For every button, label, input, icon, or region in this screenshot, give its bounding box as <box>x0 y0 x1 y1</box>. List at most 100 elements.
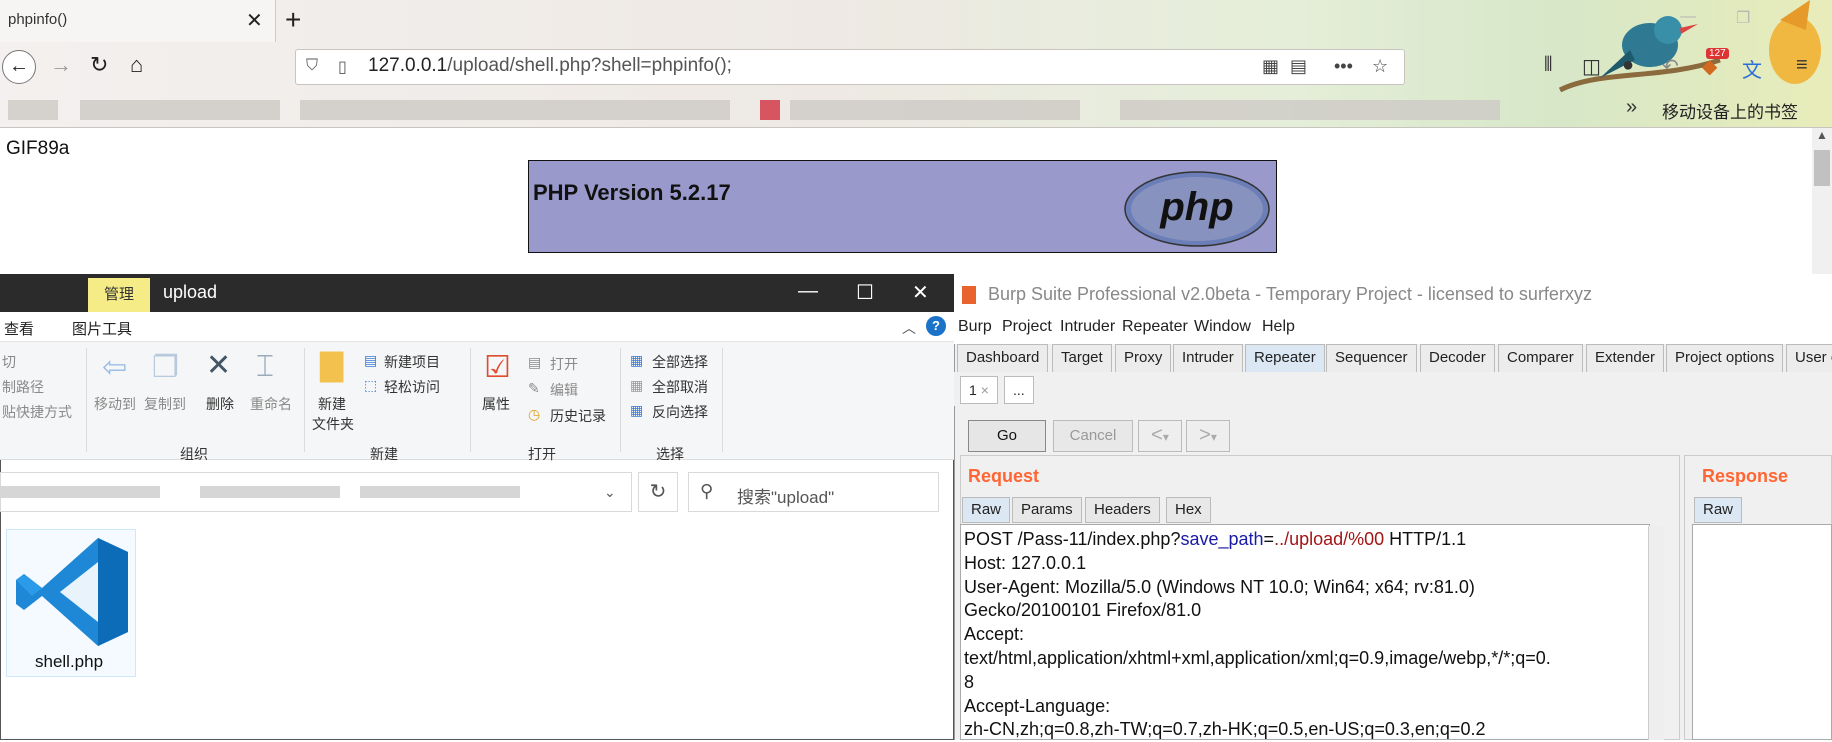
history-back-button[interactable]: <▾ <box>1138 420 1182 452</box>
ribbon-copy-to[interactable]: 复制到 <box>144 394 186 414</box>
tab-decoder[interactable]: Decoder <box>1420 344 1495 372</box>
page-info-icon[interactable]: ▯ <box>338 57 347 77</box>
ribbon-move-to[interactable]: 移动到 <box>94 394 136 414</box>
gif-header-text: GIF89a <box>6 138 70 159</box>
bookmark-item[interactable] <box>80 100 280 120</box>
more-actions-icon[interactable]: ••• <box>1334 56 1353 77</box>
help-icon[interactable]: ? <box>926 316 946 336</box>
bookmark-star-icon[interactable]: ☆ <box>1372 56 1388 77</box>
request-tab-headers[interactable]: Headers <box>1085 497 1160 523</box>
forward-button[interactable]: → <box>50 52 72 78</box>
bookmark-item[interactable] <box>760 100 780 120</box>
bookmark-item[interactable] <box>1120 100 1500 120</box>
minimize-icon[interactable]: — <box>798 280 818 303</box>
new-tab-button[interactable]: + <box>285 4 301 36</box>
history-forward-dropdown-icon: ▾ <box>1210 430 1217 444</box>
refresh-button[interactable]: ↻ <box>638 472 678 512</box>
move-to-icon: ⇦ <box>102 351 128 384</box>
menu-icon[interactable]: ≡ <box>1796 54 1808 77</box>
ribbon-delete[interactable]: 删除 <box>206 394 234 414</box>
reader-view-icon[interactable]: ▤ <box>1290 56 1307 77</box>
tab-extender[interactable]: Extender <box>1586 344 1665 372</box>
close-icon[interactable]: ✕ <box>912 280 929 305</box>
library-icon[interactable]: ⫴ <box>1544 54 1552 77</box>
undo-icon[interactable]: ↶ <box>1662 54 1679 79</box>
menu-window[interactable]: Window <box>1194 318 1251 336</box>
response-tab-raw[interactable]: Raw <box>1694 497 1743 523</box>
url-text[interactable]: 127.0.0.1/upload/shell.php?shell=phpinfo… <box>368 55 732 77</box>
reload-icon[interactable]: ↻ <box>90 52 108 78</box>
sidebar-icon[interactable]: ◫ <box>1582 54 1601 79</box>
ribbon-select-all[interactable]: 全部选择 <box>652 352 708 372</box>
account-icon[interactable]: ● <box>1622 54 1634 77</box>
mobile-bookmarks-link[interactable]: 移动设备上的书签 <box>1662 98 1798 123</box>
bookmark-item[interactable] <box>300 100 730 120</box>
repeater-tab-more[interactable]: ... <box>1004 376 1034 404</box>
tab-comparer[interactable]: Comparer <box>1498 344 1583 372</box>
request-raw-text[interactable]: POST /Pass-11/index.php?save_path=../upl… <box>964 528 1551 742</box>
request-scrollbar[interactable] <box>1648 526 1664 740</box>
collapse-ribbon-icon[interactable]: ︿ <box>902 318 916 338</box>
new-folder-icon: ▇ <box>320 349 344 382</box>
tab-title: phpinfo() <box>8 11 68 28</box>
response-editor[interactable] <box>1692 524 1832 740</box>
tracking-shield-icon[interactable]: ⛉ <box>306 57 318 75</box>
tab-intruder[interactable]: Intruder <box>1173 344 1243 372</box>
menu-burp[interactable]: Burp <box>958 318 992 336</box>
tab-sequencer[interactable]: Sequencer <box>1326 344 1417 372</box>
ribbon-edit[interactable]: 编辑 <box>550 380 578 400</box>
history-forward-button[interactable]: >▾ <box>1186 420 1230 452</box>
qr-code-icon[interactable]: ▦ <box>1262 56 1279 77</box>
ribbon-paste-shortcut[interactable]: 贴快捷方式 <box>2 402 72 422</box>
ribbon-cut[interactable]: 切 <box>2 352 16 372</box>
ribbon-new-folder-1[interactable]: 新建 <box>318 394 346 414</box>
ribbon-new-folder-2[interactable]: 文件夹 <box>312 414 354 434</box>
request-tab-hex[interactable]: Hex <box>1166 497 1211 523</box>
maximize-icon[interactable]: ☐ <box>856 280 874 305</box>
tab-project-options[interactable]: Project options <box>1666 344 1784 372</box>
request-tab-params[interactable]: Params <box>1012 497 1082 523</box>
page-scrollbar-thumb[interactable] <box>1814 150 1830 186</box>
tab-dashboard[interactable]: Dashboard <box>957 344 1049 372</box>
manage-tab[interactable]: 管理 <box>88 278 150 312</box>
tab-view[interactable]: 查看 <box>4 318 34 339</box>
ribbon-easy-access[interactable]: 轻松访问 <box>384 377 440 397</box>
scroll-up-icon[interactable]: ▲ <box>1816 128 1828 142</box>
bookmark-item[interactable] <box>790 100 1080 120</box>
menu-project[interactable]: Project <box>1002 318 1052 336</box>
go-button[interactable]: Go <box>968 420 1046 452</box>
address-dropdown-icon[interactable]: ⌄ <box>604 484 616 501</box>
ribbon-history[interactable]: 历史记录 <box>550 406 606 426</box>
ribbon-copy-path[interactable]: 制路径 <box>2 377 44 397</box>
ribbon-invert-selection[interactable]: 反向选择 <box>652 402 708 422</box>
ribbon-new-item[interactable]: 新建项目 <box>384 352 440 372</box>
tab-picture-tools[interactable]: 图片工具 <box>72 318 132 339</box>
ribbon-rename[interactable]: 重命名 <box>250 394 292 414</box>
translate-icon[interactable]: 文 <box>1742 54 1762 83</box>
menu-intruder[interactable]: Intruder <box>1060 318 1115 336</box>
ribbon-open[interactable]: 打开 <box>550 354 578 374</box>
address-path-segment[interactable] <box>200 486 340 498</box>
burp-logo-icon <box>962 286 976 304</box>
ribbon-select-none[interactable]: 全部取消 <box>652 377 708 397</box>
tab-repeater[interactable]: Repeater <box>1245 344 1325 372</box>
restore-icon[interactable]: ❐ <box>1736 8 1750 28</box>
address-path-segment[interactable] <box>360 486 520 498</box>
cancel-button[interactable]: Cancel <box>1053 420 1133 452</box>
response-label: Response <box>1702 466 1789 486</box>
menu-help[interactable]: Help <box>1262 318 1295 336</box>
bookmark-item[interactable] <box>8 100 58 120</box>
tab-close-icon[interactable]: ✕ <box>246 8 263 33</box>
repeater-tab-1[interactable]: 1 × <box>960 376 998 404</box>
address-path-segment[interactable] <box>0 486 160 498</box>
home-icon[interactable]: ⌂ <box>130 52 143 78</box>
tab-user-options[interactable]: User o <box>1786 344 1832 372</box>
request-tab-raw[interactable]: Raw <box>962 497 1011 523</box>
tab-target[interactable]: Target <box>1052 344 1112 372</box>
bookmarks-overflow-icon[interactable]: » <box>1626 96 1637 119</box>
ribbon-properties[interactable]: 属性 <box>482 394 510 414</box>
tab-proxy[interactable]: Proxy <box>1115 344 1172 372</box>
back-button[interactable]: ← <box>2 50 36 84</box>
minimize-icon[interactable]: — <box>1680 8 1696 26</box>
menu-repeater[interactable]: Repeater <box>1122 318 1188 336</box>
